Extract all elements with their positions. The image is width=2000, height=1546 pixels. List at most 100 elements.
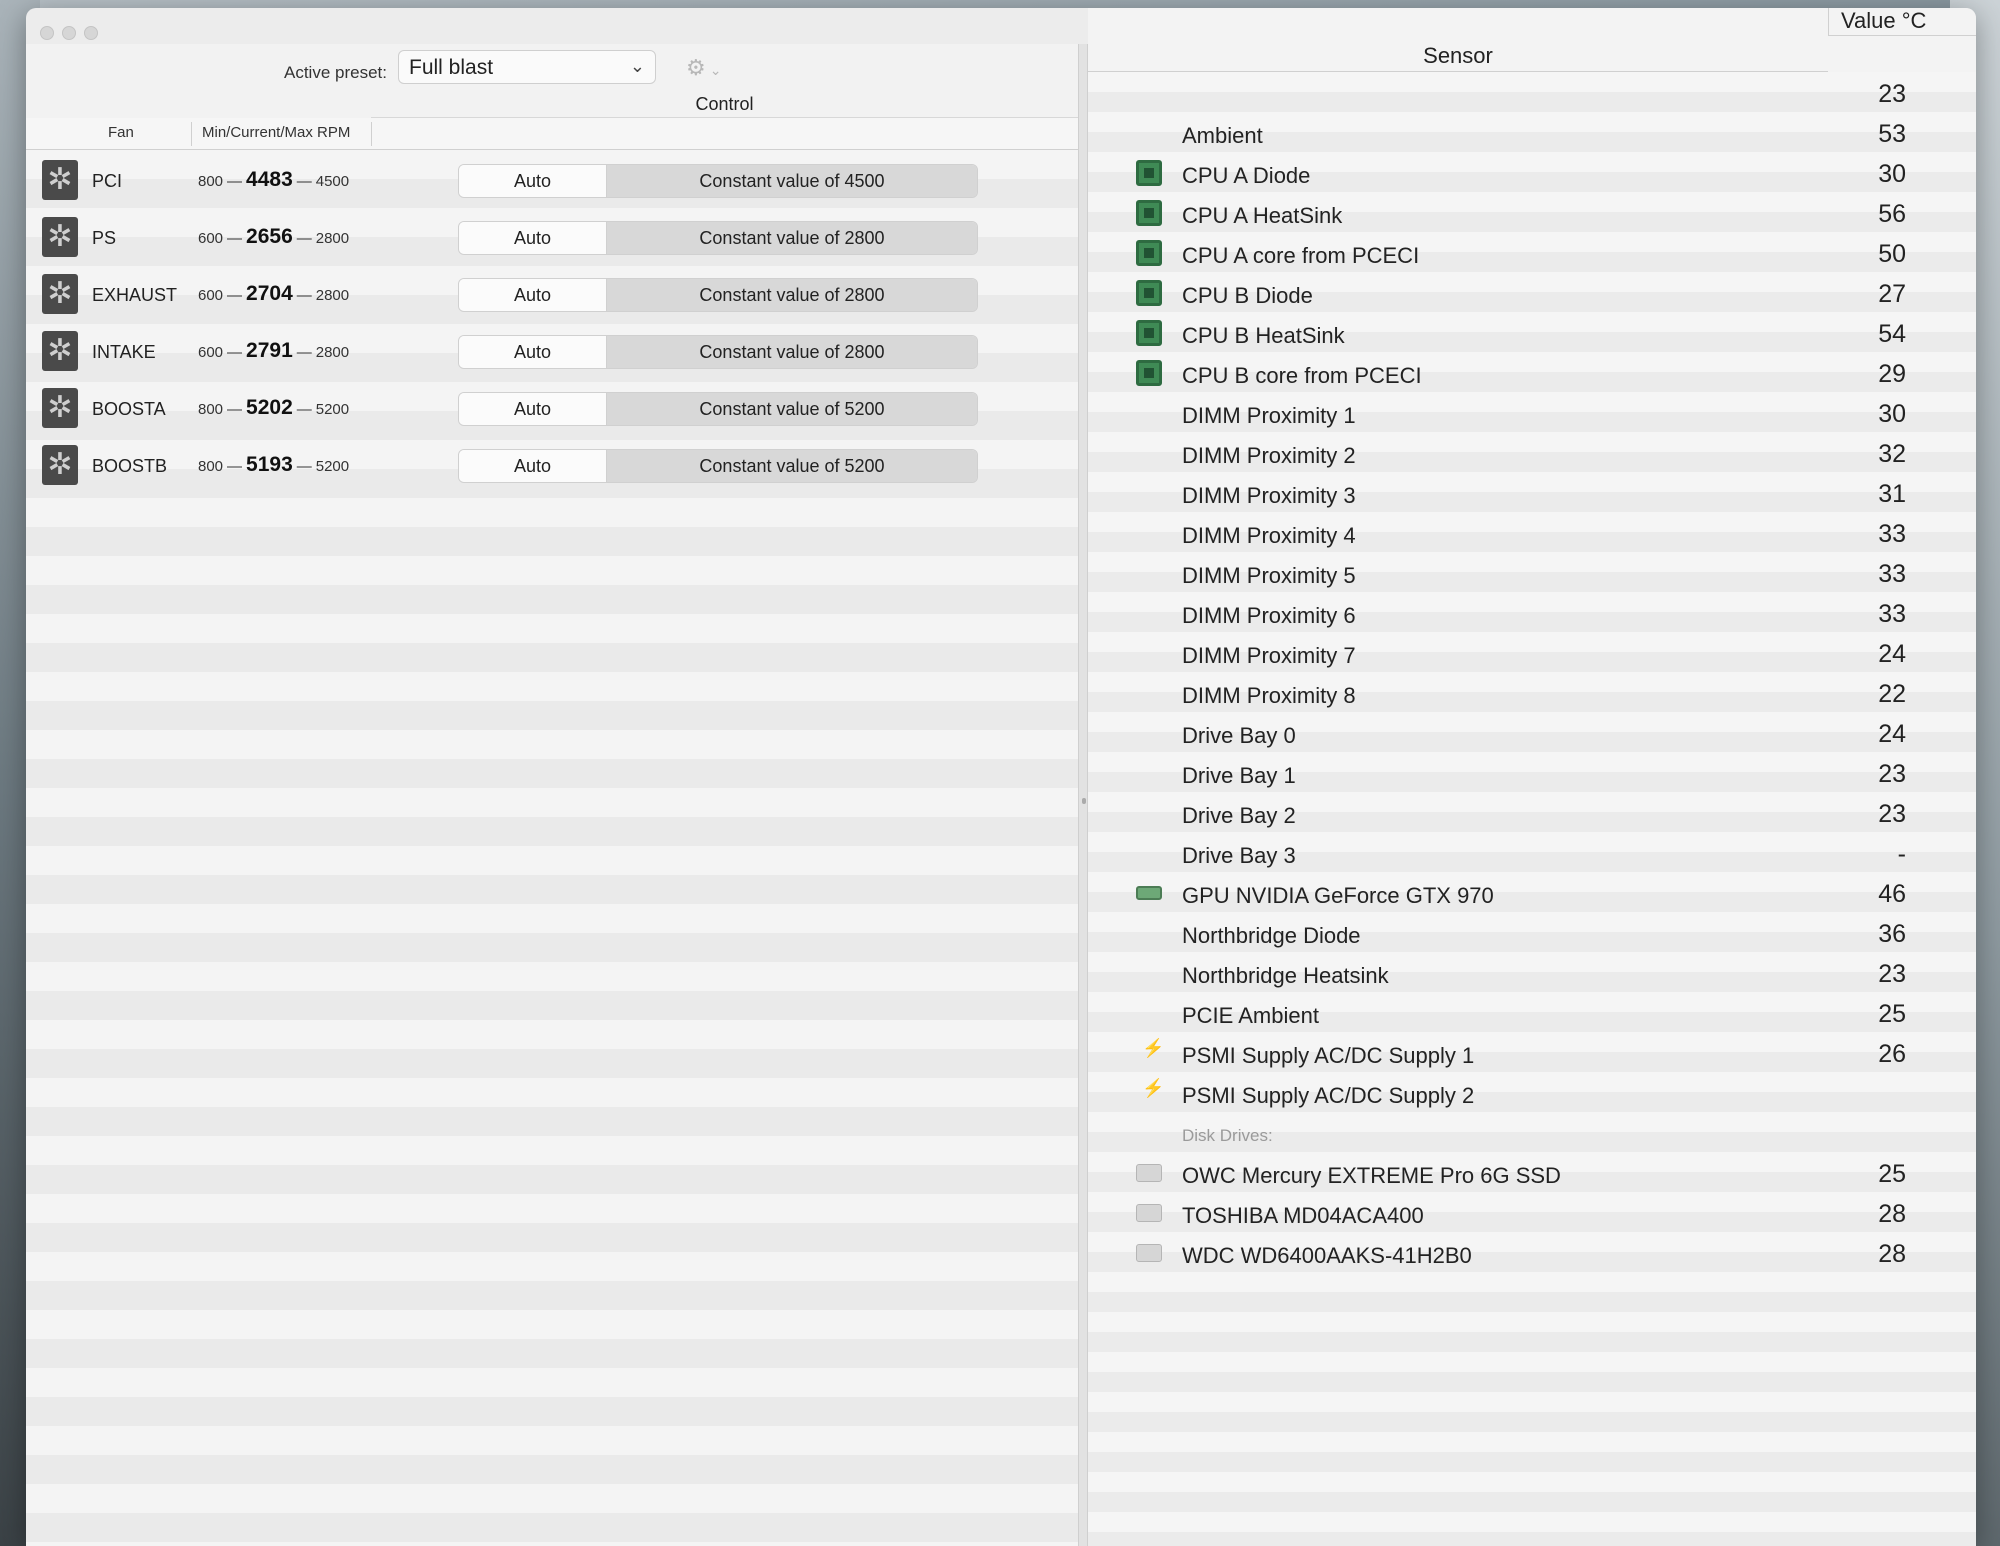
table-row[interactable]: DIMM Proximity 3 31 — [1088, 472, 1976, 512]
pane-splitter[interactable] — [1078, 44, 1088, 1546]
table-row[interactable]: GPU NVIDIA GeForce GTX 970 46 — [1088, 872, 1976, 912]
rpm-min: 800 — [198, 401, 224, 418]
table-row[interactable]: ⚡ PSMI Supply AC/DC Supply 2 — [1088, 1072, 1976, 1112]
table-row[interactable]: Drive Bay 1 23 — [1088, 752, 1976, 792]
table-row[interactable]: CPU B Diode 27 — [1088, 272, 1976, 312]
constant-value-button[interactable]: Constant value of 2800 — [607, 279, 977, 311]
sensor-value: 23 — [1878, 800, 1906, 828]
constant-value-button[interactable]: Constant value of 5200 — [607, 393, 977, 425]
close-window-button[interactable] — [40, 26, 54, 40]
cpu-chip-icon — [1136, 320, 1162, 346]
table-row[interactable]: Northbridge Heatsink 23 — [1088, 952, 1976, 992]
sensor-name: CPU B HeatSink — [1182, 323, 1345, 348]
fan-icon: ✲ — [42, 445, 78, 485]
table-row[interactable]: ⚡ PSMI Supply AC/DC Supply 1 26 — [1088, 1032, 1976, 1072]
gear-icon: ⚙ — [686, 55, 706, 80]
rpm-min: 800 — [198, 458, 224, 475]
table-row[interactable]: Ambient 53 — [1088, 112, 1976, 152]
rpm-max: 5200 — [315, 458, 350, 475]
disk-drive-icon — [1136, 1244, 1162, 1262]
table-row[interactable]: Northbridge Diode 36 — [1088, 912, 1976, 952]
splitter-handle[interactable] — [1082, 798, 1086, 804]
table-row[interactable]: DIMM Proximity 7 24 — [1088, 632, 1976, 672]
sensor-value: 33 — [1878, 600, 1906, 628]
table-row[interactable]: CPU A HeatSink 56 — [1088, 192, 1976, 232]
table-row[interactable]: ✲ BOOSTA 800—5202—5200 Auto Constant val… — [26, 378, 1078, 435]
sensor-name: CPU A HeatSink — [1182, 203, 1343, 228]
sensor-name: DIMM Proximity 3 — [1182, 483, 1356, 508]
fan-rpm: 600—2656—2800 — [198, 225, 350, 248]
sensor-value: 31 — [1878, 480, 1906, 508]
sensor-value: 33 — [1878, 560, 1906, 588]
group-header-row[interactable]: Disk Drives: — [1088, 1112, 1976, 1152]
table-row[interactable]: ✲ BOOSTB 800—5193—5200 Auto Constant val… — [26, 435, 1078, 492]
auto-control-button[interactable]: Auto — [459, 165, 607, 197]
fan-icon: ✲ — [42, 160, 78, 200]
sensor-table: 23 Ambient 53 CPU A Diode 30 CPU A HeatSink 56… — [1088, 72, 1976, 1546]
table-row[interactable]: Drive Bay 0 24 — [1088, 712, 1976, 752]
sensor-value: 29 — [1878, 360, 1906, 388]
fan-name: BOOSTA — [92, 399, 166, 419]
minimize-window-button[interactable] — [62, 26, 76, 40]
sensor-name: CPU B Diode — [1182, 283, 1313, 308]
table-row[interactable]: Drive Bay 3 - — [1088, 832, 1976, 872]
sensor-value: 30 — [1878, 400, 1906, 428]
sensor-value: 54 — [1878, 320, 1906, 348]
rpm-min: 600 — [198, 287, 224, 304]
table-row[interactable]: TOSHIBA MD04ACA400 28 — [1088, 1192, 1976, 1232]
sensor-name: DIMM Proximity 4 — [1182, 523, 1356, 548]
sensor-value: 46 — [1878, 880, 1906, 908]
sensor-pane: Value °C Sensor 23 Ambient 53 CPU A Diode 30… — [1088, 8, 1976, 1546]
sensor-name: PSMI Supply AC/DC Supply 1 — [1182, 1043, 1475, 1068]
table-row[interactable]: ✲ PS 600—2656—2800 Auto Constant value o… — [26, 207, 1078, 264]
constant-value-button[interactable]: Constant value of 4500 — [607, 165, 977, 197]
power-bolt-icon: ⚡ — [1142, 1078, 1165, 1098]
sensor-value: 36 — [1878, 920, 1906, 948]
table-row[interactable]: PCIE Ambient 25 — [1088, 992, 1976, 1032]
rpm-max: 2800 — [315, 344, 350, 361]
table-row[interactable]: DIMM Proximity 1 30 — [1088, 392, 1976, 432]
table-row[interactable]: Drive Bay 2 23 — [1088, 792, 1976, 832]
auto-control-button[interactable]: Auto — [459, 336, 607, 368]
table-row[interactable]: CPU A Diode 30 — [1088, 152, 1976, 192]
sensor-value: 33 — [1878, 520, 1906, 548]
sensor-value: 56 — [1878, 200, 1906, 228]
value-column-header[interactable]: Value °C — [1828, 8, 1976, 36]
table-row[interactable]: WDC WD6400AAKS-41H2B0 28 — [1088, 1232, 1976, 1272]
sensor-name: OWC Mercury EXTREME Pro 6G SSD — [1182, 1163, 1561, 1188]
fan-column-header[interactable]: Fan — [108, 124, 134, 141]
sensor-name: Northbridge Heatsink — [1182, 963, 1389, 988]
table-row[interactable]: ✲ EXHAUST 600—2704—2800 Auto Constant va… — [26, 264, 1078, 321]
table-row[interactable]: 23 — [1088, 72, 1976, 112]
gear-menu-button[interactable]: ⚙ ⌄ — [676, 52, 736, 84]
table-row[interactable]: DIMM Proximity 8 22 — [1088, 672, 1976, 712]
table-row[interactable]: ✲ INTAKE 600—2791—2800 Auto Constant val… — [26, 321, 1078, 378]
active-preset-select[interactable]: Full blast ⌄ — [398, 50, 656, 84]
auto-control-button[interactable]: Auto — [459, 279, 607, 311]
fan-control-segmented: Auto Constant value of 4500 — [458, 164, 978, 198]
table-row[interactable]: DIMM Proximity 5 33 — [1088, 552, 1976, 592]
sensor-name: DIMM Proximity 5 — [1182, 563, 1356, 588]
zoom-window-button[interactable] — [84, 26, 98, 40]
constant-value-button[interactable]: Constant value of 2800 — [607, 336, 977, 368]
table-row[interactable]: CPU B core from PCECI 29 — [1088, 352, 1976, 392]
table-row[interactable]: CPU B HeatSink 54 — [1088, 312, 1976, 352]
sensor-column-header[interactable]: Sensor — [1088, 38, 1828, 72]
auto-control-button[interactable]: Auto — [459, 450, 607, 482]
table-row[interactable]: CPU A core from PCECI 50 — [1088, 232, 1976, 272]
fan-name: BOOSTB — [92, 456, 168, 476]
table-row[interactable]: DIMM Proximity 4 33 — [1088, 512, 1976, 552]
active-preset-value: Full blast — [409, 56, 494, 79]
rpm-current: 2656 — [246, 225, 293, 248]
table-row[interactable]: DIMM Proximity 6 33 — [1088, 592, 1976, 632]
rpm-column-header[interactable]: Min/Current/Max RPM — [202, 124, 350, 141]
table-row[interactable]: ✲ PCI 800—4483—4500 Auto Constant value … — [26, 150, 1078, 207]
table-row[interactable]: DIMM Proximity 2 32 — [1088, 432, 1976, 472]
table-row[interactable]: OWC Mercury EXTREME Pro 6G SSD 25 — [1088, 1152, 1976, 1192]
constant-value-button[interactable]: Constant value of 5200 — [607, 450, 977, 482]
constant-value-button[interactable]: Constant value of 2800 — [607, 222, 977, 254]
auto-control-button[interactable]: Auto — [459, 222, 607, 254]
fan-control-segmented: Auto Constant value of 2800 — [458, 221, 978, 255]
auto-control-button[interactable]: Auto — [459, 393, 607, 425]
sensor-name: Drive Bay 0 — [1182, 723, 1296, 748]
